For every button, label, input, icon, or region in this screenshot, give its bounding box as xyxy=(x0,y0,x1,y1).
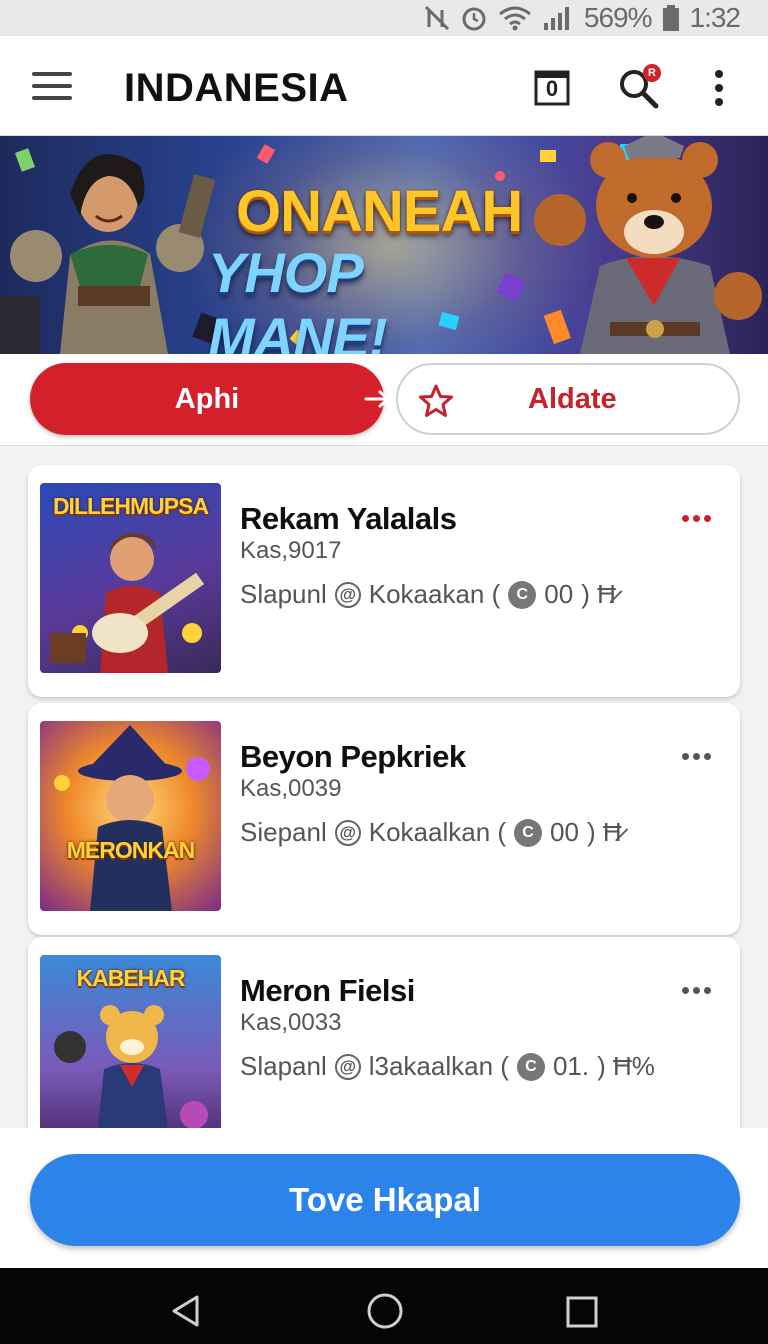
item-title: Meron Fielsi xyxy=(240,973,415,1008)
back-icon[interactable] xyxy=(170,1294,202,1328)
bottom-action-area: Tove Hkapal xyxy=(0,1128,768,1268)
battery-percentage: 569% xyxy=(583,2,653,33)
wizard-art xyxy=(54,725,210,911)
item-subtitle: Kas,0033 xyxy=(240,1009,342,1036)
item-more-icon[interactable] xyxy=(682,747,716,760)
coin-icon: C xyxy=(516,1052,545,1081)
game-thumbnail: MERONKAN xyxy=(40,721,221,911)
meta-left: Siepanl xyxy=(240,817,327,847)
app-bar: INDANESIA 0 R xyxy=(0,36,768,136)
item-title: Beyon Pepkriek xyxy=(240,739,466,774)
signal-icon xyxy=(543,7,569,30)
star-icon xyxy=(419,384,453,417)
item-subtitle: Kas,0039 xyxy=(240,775,342,802)
bear-character-image xyxy=(534,136,762,354)
game-thumbnail: KABEHAR xyxy=(40,955,221,1145)
at-icon: @ xyxy=(334,581,361,608)
meta-coin: 00 xyxy=(550,817,579,847)
tove-hkapal-button[interactable]: Tove Hkapal xyxy=(30,1154,740,1246)
item-more-icon[interactable] xyxy=(682,981,716,994)
aldate-button[interactable]: Aldate xyxy=(396,363,740,435)
system-navigation-bar xyxy=(0,1268,768,1344)
coin-icon: C xyxy=(514,818,543,847)
guitarist-art xyxy=(50,533,205,673)
warrior-character-image xyxy=(0,153,216,354)
aldate-button-label: Aldate xyxy=(528,383,617,415)
meta-mid: Kokaalkan ( xyxy=(368,817,507,847)
app-title: INDANESIA xyxy=(124,66,349,110)
meta-coin: 01. xyxy=(552,1051,590,1081)
item-title: Rekam Yalalals xyxy=(240,501,457,536)
hero-title-line-2: YHOP MANE! xyxy=(208,241,388,369)
arrow-right-icon xyxy=(364,390,390,408)
recent-apps-icon[interactable] xyxy=(566,1296,598,1328)
item-meta: Siepanl @ Kokaalkan ( C 00 ) Ħ̷ xyxy=(240,817,622,848)
hero-title-line-1: ONANEAH xyxy=(236,179,523,244)
meta-left: Slapanl xyxy=(240,1051,327,1081)
meta-mid: Kokaakan ( xyxy=(368,579,501,609)
meta-left: Slapunl xyxy=(240,579,327,609)
wifi-icon xyxy=(498,6,531,31)
status-bar: 569% 1:32 xyxy=(0,0,768,36)
coin-icon: C xyxy=(508,580,537,609)
meta-coin: 00 xyxy=(544,579,574,609)
item-subtitle: Kas,9017 xyxy=(240,537,342,564)
meta-tail: ) Ħ% xyxy=(597,1051,655,1081)
hamburger-menu-icon[interactable] xyxy=(32,72,72,102)
aphi-button[interactable]: Aphi xyxy=(30,363,390,435)
meta-tail: ) Ħ̷ xyxy=(586,817,622,847)
at-icon: @ xyxy=(334,1053,361,1080)
aphi-button-label: Aphi xyxy=(174,383,240,415)
clock: 1:32 xyxy=(689,2,741,33)
at-icon: @ xyxy=(334,819,361,846)
bear-hero-art xyxy=(54,1005,208,1145)
game-thumbnail: DILLEHMUPSA xyxy=(40,483,221,673)
action-row: Aphi Aldate xyxy=(0,354,768,446)
battery-icon xyxy=(662,5,679,31)
search-badge: R xyxy=(643,64,661,82)
item-meta: Slapanl @ l3akaalkan ( C 01. ) Ħ% xyxy=(240,1051,655,1082)
meta-mid: l3akaalkan ( xyxy=(368,1051,509,1081)
alarm-icon xyxy=(462,7,486,31)
home-icon[interactable] xyxy=(366,1292,404,1330)
list-item[interactable]: DILLEHMUPSA Rekam Yalalals Kas,9017 Slap… xyxy=(28,465,740,697)
list-item[interactable]: MERONKAN Beyon Pepkriek Kas,0039 Siepanl… xyxy=(28,703,740,935)
item-meta: Slapunl @ Kokaakan ( C 00 ) Ħ̷ xyxy=(240,579,616,610)
overflow-menu-icon[interactable] xyxy=(710,70,728,110)
mute-icon xyxy=(424,5,449,31)
cart-count: 0 xyxy=(545,76,559,101)
meta-tail: ) Ħ̷ xyxy=(581,579,616,609)
thumbnail-title: MERONKAN xyxy=(66,837,195,863)
item-more-icon[interactable] xyxy=(682,509,716,522)
